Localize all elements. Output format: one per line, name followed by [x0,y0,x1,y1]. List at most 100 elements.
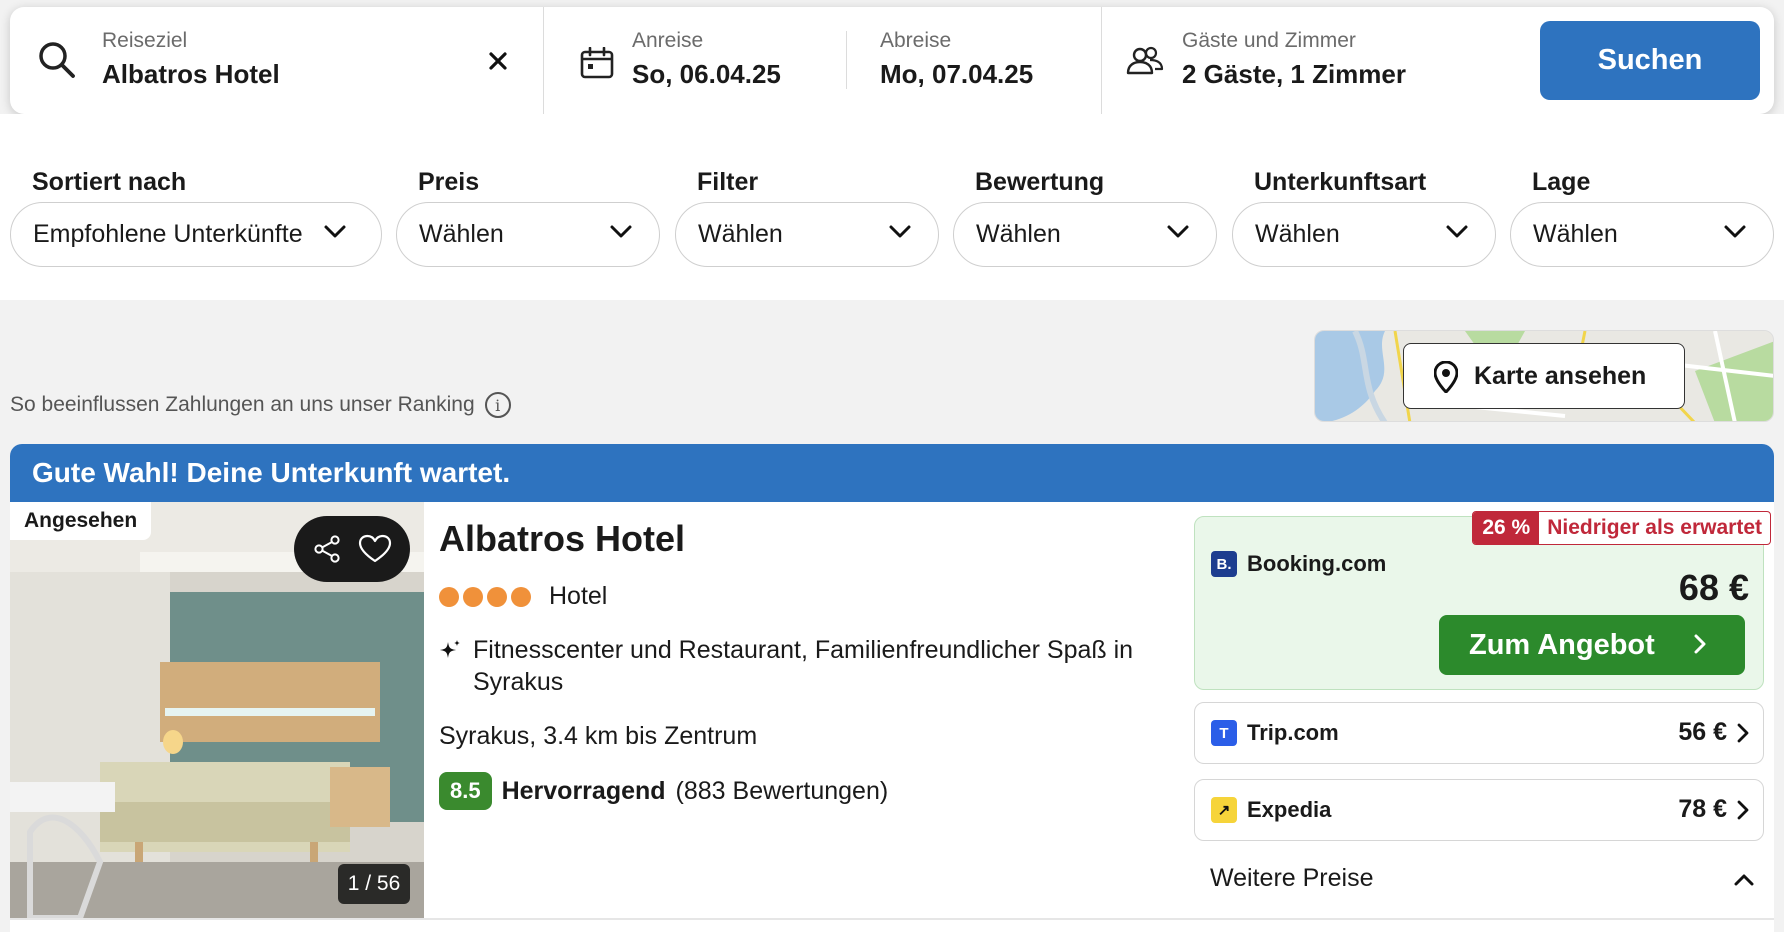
discount-percent: 26 % [1473,512,1540,544]
hotel-feature: Fitnesscenter und Restaurant, Familienfr… [439,634,1179,698]
checkout-value: Mo, 07.04.25 [880,59,1034,89]
photo-counter: 1 / 56 [338,864,410,904]
chevron-down-icon [1446,225,1468,238]
star-dot [487,586,507,607]
price-dropdown[interactable]: Wählen [396,202,660,267]
ranking-note-text: So beeinflussen Zahlungen an uns unser R… [10,393,475,416]
filter-bar: Sortiert nach Empfohlene Unterkünfte Pre… [0,114,1784,300]
search-button[interactable]: Suchen [1540,21,1760,100]
checkout-field[interactable]: Abreise Mo, 07.04.25 [847,7,1111,114]
rating-dropdown[interactable]: Wählen [953,202,1217,267]
destination-label: Reiseziel [102,29,188,52]
chevron-down-icon [1724,225,1746,238]
hotel-type: Hotel [549,582,608,610]
offer-price: 56 € [1678,718,1727,746]
offer-row-trip[interactable]: T Trip.com 56 € [1194,702,1764,764]
filter-title: Preis [418,168,480,196]
hotel-name[interactable]: Albatros Hotel [439,518,685,560]
accommodation-type-dropdown[interactable]: Wählen [1232,202,1496,267]
filter-value: Wählen [1533,220,1618,248]
filter-dropdown[interactable]: Wählen [675,202,939,267]
star-dot [463,586,483,607]
star-dot [511,586,531,607]
info-icon[interactable]: i [484,392,511,418]
filter-title: Bewertung [975,168,1105,196]
hotel-feature-text: Fitnesscenter und Restaurant, Familienfr… [473,636,1134,696]
filter-title: Unterkunftsart [1254,168,1427,196]
provider-expedia: ↗ Expedia [1211,797,1331,823]
filter-value: Empfohlene Unterkünfte [33,220,303,248]
checkin-field[interactable]: Anreise So, 06.04.25 [544,7,856,114]
filter-filter: Filter Wählen [675,168,939,267]
checkout-label: Abreise [880,29,952,52]
main-offer[interactable]: 26 % Niedriger als erwartet B. Booking.c… [1194,511,1771,690]
filter-value: Wählen [419,220,504,248]
heart-icon[interactable] [358,534,392,564]
provider-name: Expedia [1247,797,1332,822]
guests-field[interactable]: Gäste und Zimmer 2 Gäste, 1 Zimmer [1102,7,1542,114]
main-price: 68 € [1678,567,1749,608]
checkin-value: So, 06.04.25 [632,59,781,89]
rating-count: (883 Bewertungen) [675,776,889,805]
discount-text: Niedriger als erwartet [1547,516,1762,539]
search-bar: Reiseziel Albatros Hotel Anreise So, 06.… [10,7,1774,114]
checkin-label: Anreise [632,29,704,52]
show-map-label: Karte ansehen [1474,361,1647,390]
filter-accommodation-type: Unterkunftsart Wählen [1232,168,1496,267]
filter-price: Preis Wählen [396,168,660,267]
chevron-down-icon [610,225,632,238]
guests-label: Gäste und Zimmer [1182,29,1356,52]
star-rating: Hotel [439,582,607,611]
chevron-right-icon [1737,723,1749,743]
hotel-location: Syrakus, 3.4 km bis Zentrum [439,722,758,750]
chevron-down-icon [324,225,346,238]
hotel-photo[interactable]: Angesehen 1 / 56 [10,502,424,918]
filter-value: Wählen [976,220,1061,248]
hotel-card[interactable]: Angesehen 1 / 56 Albatros Hotel Hotel Fi… [10,502,1774,932]
offer-row-expedia[interactable]: ↗ Expedia 78 € [1194,779,1764,841]
view-deal-button[interactable]: Zum Angebot [1439,615,1745,675]
map-preview[interactable]: Karte ansehen [1314,330,1774,422]
destination-field[interactable]: Reiseziel Albatros Hotel [10,7,543,114]
filter-title: Lage [1532,168,1591,196]
view-deal-label: Zum Angebot [1469,628,1655,661]
provider-booking: B. Booking.com [1211,551,1386,577]
filter-sort: Sortiert nach Empfohlene Unterkünfte [10,168,382,267]
photo-actions [294,516,410,582]
expedia-logo-icon: ↗ [1211,797,1237,823]
guests-value: 2 Gäste, 1 Zimmer [1182,59,1406,89]
destination-value: Albatros Hotel [102,59,280,89]
offer-price: 78 € [1678,795,1727,823]
show-map-button[interactable]: Karte ansehen [1403,343,1685,409]
discount-badge: 26 % Niedriger als erwartet [1472,511,1771,545]
filter-value: Wählen [1255,220,1340,248]
chevron-down-icon [889,225,911,238]
filter-rating: Bewertung Wählen [953,168,1217,267]
filter-location: Lage Wählen [1510,168,1774,267]
clear-icon[interactable] [488,51,508,71]
chevron-right-icon [1694,634,1706,654]
filter-title: Sortiert nach [32,168,187,196]
sort-dropdown[interactable]: Empfohlene Unterkünfte [10,202,382,267]
chevron-down-icon [1167,225,1189,238]
provider-name: Booking.com [1247,551,1387,576]
more-prices-toggle[interactable]: Weitere Preise [1210,864,1374,893]
filter-title: Filter [697,168,759,196]
ranking-note[interactable]: So beeinflussen Zahlungen an uns unser R… [10,392,511,418]
trip-logo-icon: T [1211,720,1237,746]
sparkle-icon [440,640,460,658]
divider [10,918,1774,920]
review-rating[interactable]: 8.5 Hervorragend (883 Bewertungen) [439,772,888,810]
guests-icon [1126,46,1164,75]
filter-value: Wählen [698,220,783,248]
chevron-up-icon[interactable] [1734,873,1754,887]
share-icon[interactable] [312,534,342,564]
map-pin-icon [1434,361,1458,393]
star-dot [439,586,459,607]
search-icon [39,42,75,78]
booking-logo-icon: B. [1211,551,1237,577]
provider-name: Trip.com [1247,720,1339,745]
rating-score: 8.5 [439,772,492,810]
location-dropdown[interactable]: Wählen [1510,202,1774,267]
calendar-icon [580,47,614,79]
